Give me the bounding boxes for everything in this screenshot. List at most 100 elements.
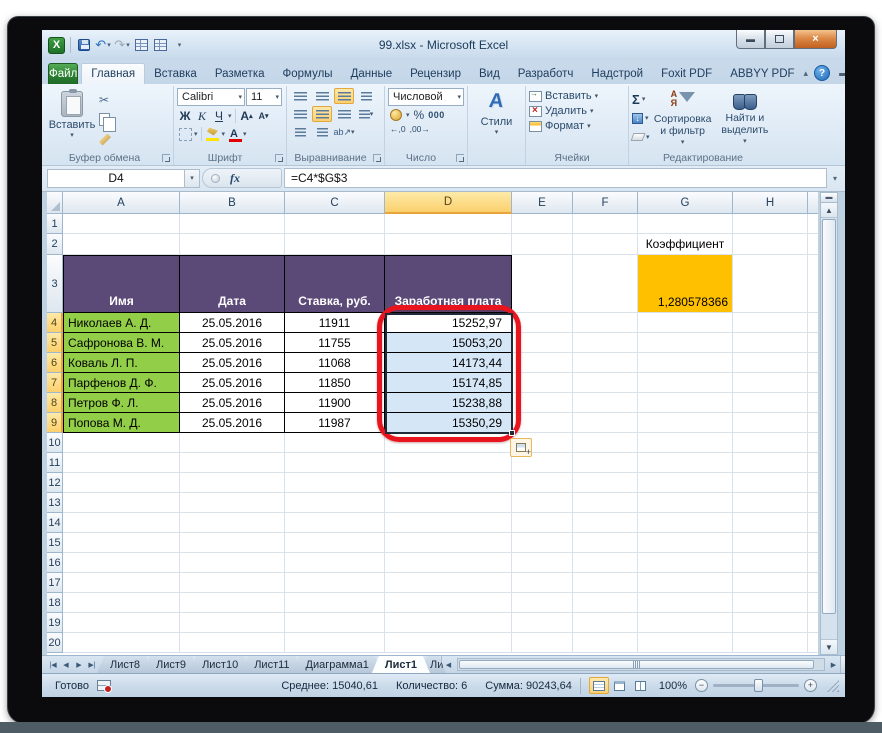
delete-cells-button[interactable]: Удалить▾ (529, 105, 625, 117)
cell-F15[interactable] (573, 533, 638, 553)
cell-H1[interactable] (733, 214, 808, 234)
cell-D8[interactable]: 15238,88 (385, 393, 512, 413)
cell-D7[interactable]: 15174,85 (385, 373, 512, 393)
column-header-A[interactable]: A (63, 192, 180, 214)
cell-E2[interactable] (512, 234, 573, 255)
dialog-launcher-icon[interactable] (373, 154, 381, 162)
dialog-launcher-icon[interactable] (275, 154, 283, 162)
last-sheet-icon[interactable]: ▶| (86, 661, 98, 669)
name-box[interactable]: D4 (47, 168, 185, 188)
font-size-select[interactable]: 11 ▾ (246, 88, 282, 106)
select-all-button[interactable] (47, 192, 63, 214)
ribbon-tab-5[interactable]: Данные (342, 63, 402, 84)
ribbon-tab-3[interactable]: Разметка (206, 63, 274, 84)
cell-A1[interactable] (63, 214, 180, 234)
cell-H2[interactable] (733, 234, 808, 255)
cell-B1[interactable] (180, 214, 285, 234)
cell-E7[interactable] (512, 373, 573, 393)
cell-B19[interactable] (180, 613, 285, 633)
cell-F4[interactable] (573, 313, 638, 333)
cell-clipped8[interactable] (808, 393, 818, 413)
cell-H20[interactable] (733, 633, 808, 653)
cell-C16[interactable] (285, 553, 385, 573)
align-bottom-button[interactable] (334, 88, 354, 104)
cell-F5[interactable] (573, 333, 638, 353)
cell-B10[interactable] (180, 433, 285, 453)
expand-formula-bar-icon[interactable]: ▾ (827, 168, 843, 188)
cell-A7[interactable]: Парфенов Д. Ф. (63, 373, 180, 393)
cell-G14[interactable] (638, 513, 733, 533)
first-sheet-icon[interactable]: |◀ (47, 661, 59, 669)
column-header-B[interactable]: B (180, 192, 285, 214)
thousands-icon[interactable]: 000 (428, 110, 445, 120)
cell-A8[interactable]: Петров Ф. Л. (63, 393, 180, 413)
cell-F3[interactable] (573, 255, 638, 313)
orientation-button[interactable]: ab ↗ ▾ (333, 124, 354, 140)
cell-B4[interactable]: 25.05.2016 (180, 313, 285, 333)
cell-G15[interactable] (638, 533, 733, 553)
column-header-D[interactable]: D (385, 192, 512, 214)
find-select-button[interactable]: Найти и выделить ▾ (716, 88, 774, 150)
prev-sheet-icon[interactable]: ◀ (60, 661, 72, 669)
cell-D4[interactable]: 15252,97 (385, 313, 512, 333)
cell-C2[interactable] (285, 234, 385, 255)
cell-G17[interactable] (638, 573, 733, 593)
row-header-16[interactable]: 16 (47, 553, 63, 573)
cell-clipped11[interactable] (808, 453, 818, 473)
page-layout-view-button[interactable] (610, 677, 630, 694)
cell-H17[interactable] (733, 573, 808, 593)
horizontal-scroll-thumb[interactable] (458, 660, 815, 669)
workbook-minimize-icon[interactable]: ▬ (836, 68, 845, 79)
ribbon-tab-6[interactable]: Рецензир (401, 63, 470, 84)
sheet-tab-5[interactable]: Диаграмма1 (293, 656, 382, 673)
file-tab[interactable]: Файл (48, 63, 79, 84)
cell-E4[interactable] (512, 313, 573, 333)
cell-C14[interactable] (285, 513, 385, 533)
cell-D18[interactable] (385, 593, 512, 613)
scroll-up-icon[interactable]: ▲ (821, 203, 837, 218)
cell-E13[interactable] (512, 493, 573, 513)
copy-button[interactable]: ▾ (99, 111, 116, 132)
cell-C1[interactable] (285, 214, 385, 234)
cell-E1[interactable] (512, 214, 573, 234)
cell-H11[interactable] (733, 453, 808, 473)
cell-A2[interactable] (63, 234, 180, 255)
cell-F11[interactable] (573, 453, 638, 473)
cell-H12[interactable] (733, 473, 808, 493)
cell-C17[interactable] (285, 573, 385, 593)
column-header-H[interactable]: H (733, 192, 808, 214)
cell-A6[interactable]: Коваль Л. П. (63, 353, 180, 373)
sheet-tab-3[interactable]: Лист10 (189, 656, 251, 673)
cell-G11[interactable] (638, 453, 733, 473)
cell-D17[interactable] (385, 573, 512, 593)
cell-H10[interactable] (733, 433, 808, 453)
cell-D12[interactable] (385, 473, 512, 493)
cell-H15[interactable] (733, 533, 808, 553)
cell-H5[interactable] (733, 333, 808, 353)
cell-G12[interactable] (638, 473, 733, 493)
cell-A20[interactable] (63, 633, 180, 653)
cell-clipped4[interactable] (808, 313, 818, 333)
styles-button[interactable]: Стили (481, 116, 513, 128)
cell-clipped16[interactable] (808, 553, 818, 573)
cell-B18[interactable] (180, 593, 285, 613)
cell-A18[interactable] (63, 593, 180, 613)
ribbon-tab-11[interactable]: ABBYY PDF (721, 63, 803, 84)
cell-clipped1[interactable] (808, 214, 818, 234)
cell-clipped15[interactable] (808, 533, 818, 553)
cell-A10[interactable] (63, 433, 180, 453)
clear-button[interactable]: ▾ (630, 129, 650, 145)
cell-C19[interactable] (285, 613, 385, 633)
ribbon-tab-9[interactable]: Надстрой (582, 63, 652, 84)
cell-A14[interactable] (63, 513, 180, 533)
align-top-button[interactable] (290, 88, 310, 104)
row-header-10[interactable]: 10 (47, 433, 63, 453)
cell-G10[interactable] (638, 433, 733, 453)
cell-C4[interactable]: 11911 (285, 313, 385, 333)
cell-B16[interactable] (180, 553, 285, 573)
cell-B17[interactable] (180, 573, 285, 593)
zoom-slider-thumb[interactable] (754, 679, 764, 692)
font-name-select[interactable]: Calibri ▾ (177, 88, 245, 106)
cell-H3[interactable] (733, 255, 808, 313)
bold-button[interactable]: Ж (177, 108, 193, 124)
